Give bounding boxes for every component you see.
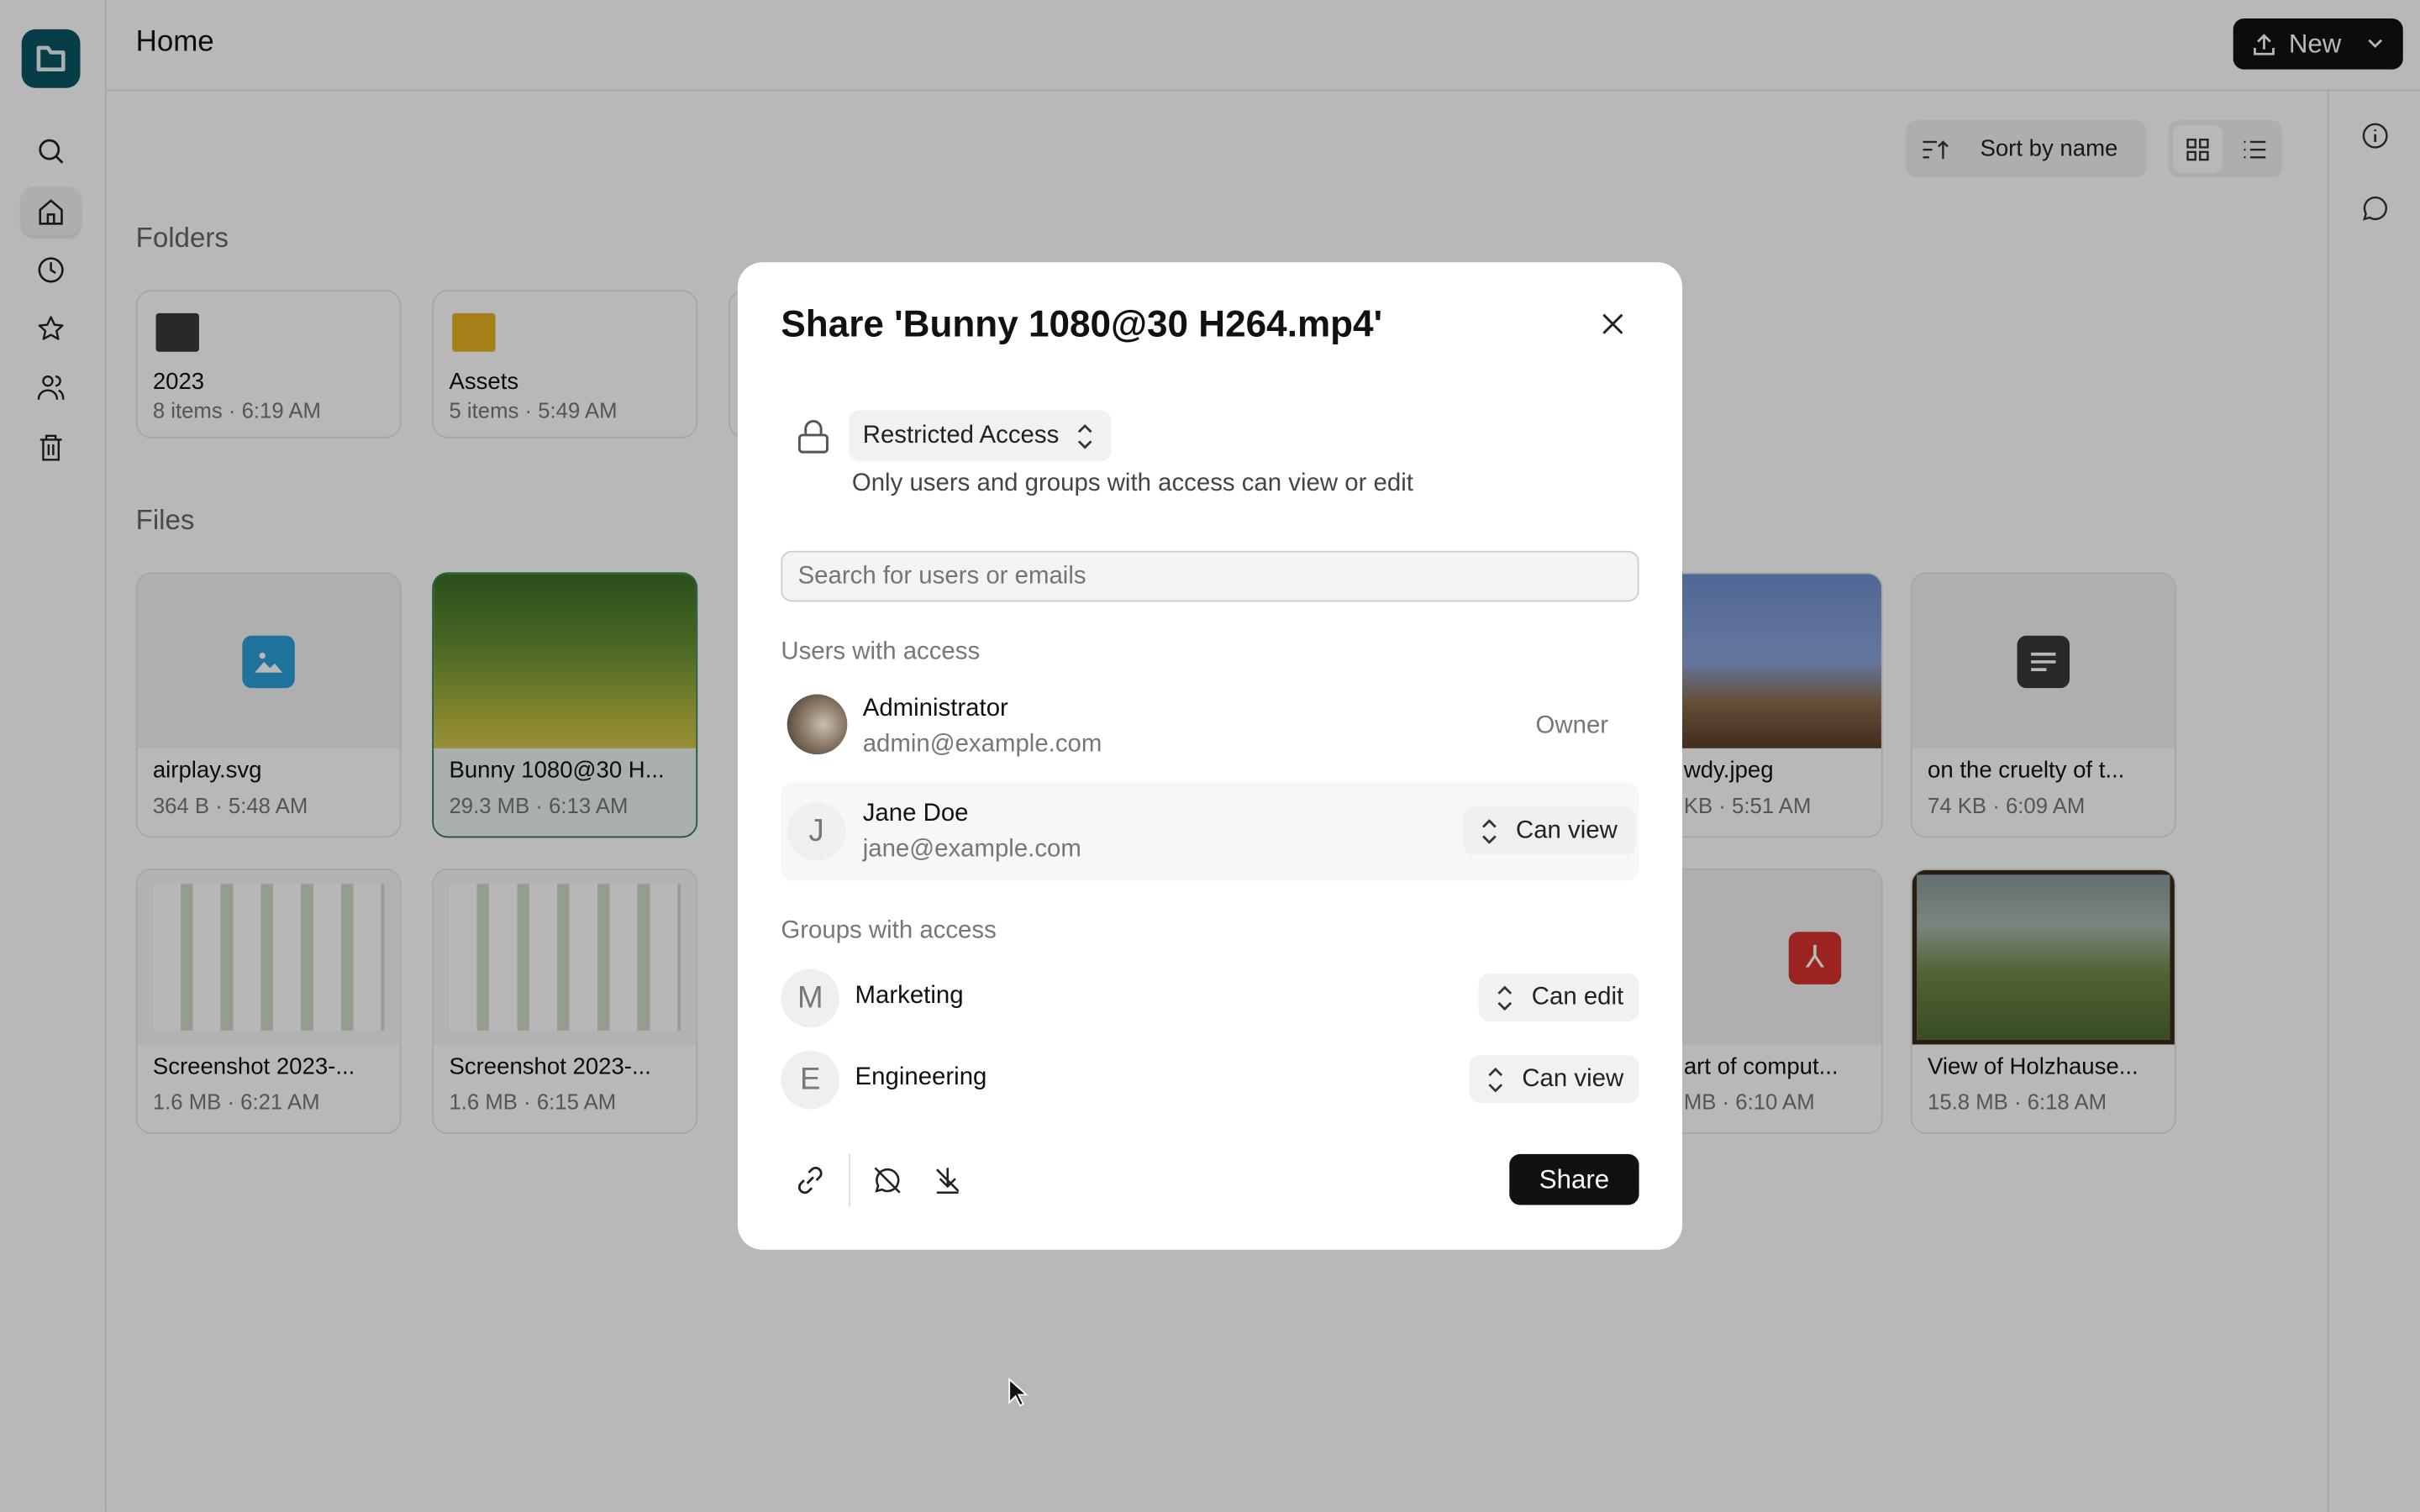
group-role-select[interactable]: Can edit	[1479, 973, 1639, 1021]
groups-heading: Groups with access	[781, 917, 997, 945]
role-label: Can view	[1522, 1065, 1624, 1092]
divider	[849, 1153, 851, 1207]
group-name: Marketing	[855, 982, 964, 1010]
user-role: Owner	[1535, 712, 1609, 739]
group-role-select[interactable]: Can view	[1469, 1055, 1639, 1104]
dialog-title: Share 'Bunny 1080@30 H264.mp4'	[781, 303, 1383, 346]
share-dialog: Share 'Bunny 1080@30 H264.mp4' Restricte…	[737, 262, 1683, 1250]
share-button[interactable]: Share	[1509, 1153, 1639, 1205]
link-icon[interactable]	[795, 1165, 826, 1196]
group-avatar: E	[781, 1050, 840, 1110]
group-avatar: M	[781, 969, 840, 1028]
role-label: Can view	[1515, 816, 1618, 843]
comment-disabled-icon[interactable]	[872, 1165, 903, 1196]
access-mode-label: Restricted Access	[862, 422, 1060, 449]
chevron-up-down-icon	[1078, 423, 1092, 449]
avatar	[786, 694, 848, 755]
download-disabled-icon[interactable]	[932, 1165, 963, 1196]
user-role-select[interactable]: Can view	[1463, 806, 1636, 855]
access-description: Only users and groups with access can vi…	[851, 470, 1413, 497]
chevron-up-down-icon	[1498, 984, 1512, 1011]
user-name: Jane Doe	[862, 801, 969, 827]
chevron-up-down-icon	[1488, 1067, 1503, 1092]
role-label: Can edit	[1531, 983, 1624, 1011]
user-email: admin@example.com	[862, 731, 1102, 758]
user-search-input[interactable]	[781, 550, 1639, 602]
mouse-cursor-icon	[1008, 1378, 1028, 1407]
lock-icon	[797, 419, 829, 454]
avatar: J	[786, 802, 846, 861]
users-heading: Users with access	[781, 638, 981, 665]
close-icon[interactable]	[1601, 312, 1625, 336]
chevron-up-down-icon	[1482, 818, 1497, 843]
user-name: Administrator	[862, 696, 1008, 722]
group-name: Engineering	[855, 1064, 987, 1091]
access-mode-select[interactable]: Restricted Access	[849, 410, 1112, 462]
user-email: jane@example.com	[862, 836, 1081, 863]
